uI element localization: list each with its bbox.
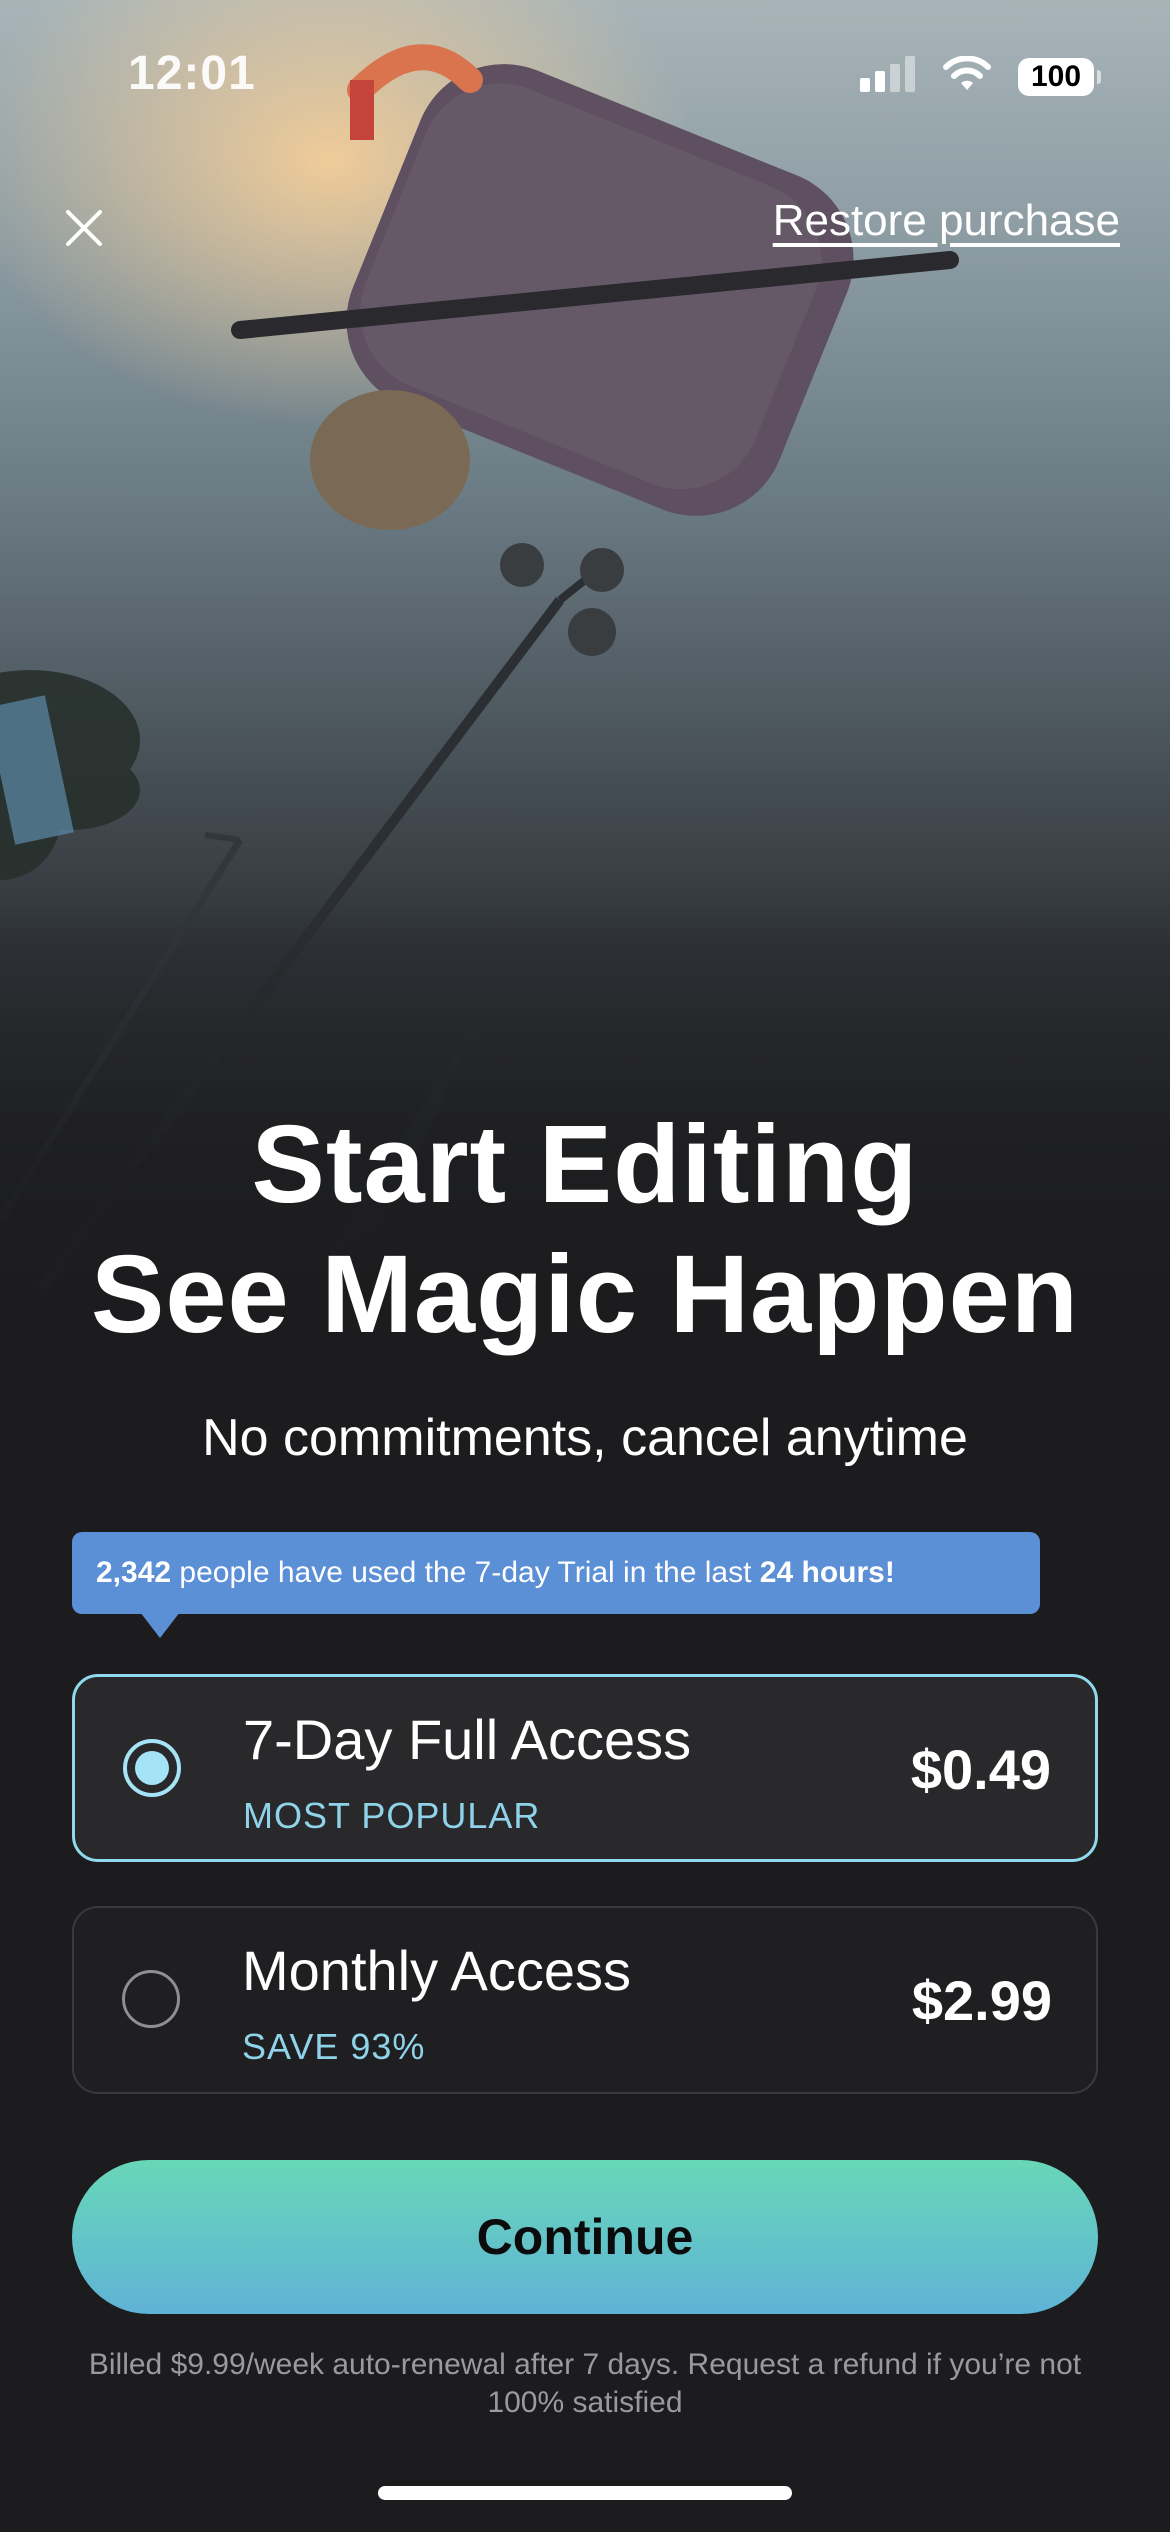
tooltip-pointer xyxy=(140,1612,180,1638)
plan-badge: MOST POPULAR xyxy=(243,1795,541,1836)
plan-option-monthly[interactable]: Monthly Access SAVE 93% $2.99 xyxy=(72,1906,1098,2094)
restore-purchase-link[interactable]: Restore purchase xyxy=(773,196,1120,246)
continue-button[interactable]: Continue xyxy=(72,2160,1098,2314)
battery-icon: 100 xyxy=(1018,57,1101,96)
billing-disclaimer: Billed $9.99/week auto-renewal after 7 d… xyxy=(88,2348,1082,2419)
plan-price: $2.99 xyxy=(911,1969,1052,2032)
cellular-signal-icon xyxy=(860,56,916,97)
proof-text: people have used the 7-day Trial in the … xyxy=(171,1556,760,1589)
proof-period: 24 hours! xyxy=(759,1556,895,1589)
close-icon xyxy=(66,210,102,246)
title-line-2: See Magic Happen xyxy=(91,1233,1079,1356)
radio-selected-icon[interactable] xyxy=(123,1739,181,1797)
title-line-1: Start Editing xyxy=(251,1103,919,1226)
status-icons: 100 xyxy=(860,55,1101,97)
page-title: Start Editing See Magic Happen xyxy=(0,1100,1170,1360)
plan-price: $0.49 xyxy=(910,1738,1051,1801)
proof-count: 2,342 xyxy=(96,1556,172,1589)
plan-option-weekly[interactable]: 7-Day Full Access MOST POPULAR $0.49 xyxy=(72,1674,1098,1862)
plan-badge: SAVE 93% xyxy=(242,2026,426,2067)
plan-title: 7-Day Full Access xyxy=(243,1708,692,1771)
radio-unselected-icon[interactable] xyxy=(122,1970,180,2028)
subtitle: No commitments, cancel anytime xyxy=(202,1409,968,1467)
status-time: 12:01 xyxy=(128,47,256,100)
plan-title: Monthly Access xyxy=(242,1939,632,2002)
social-proof-banner: 2,342 people have used the 7-day Trial i… xyxy=(72,1532,1040,1614)
paywall-screen: 12:01 100 Restore purchase Start Editing… xyxy=(0,0,1170,2532)
close-button[interactable] xyxy=(56,200,112,256)
wifi-icon xyxy=(942,55,992,97)
home-indicator[interactable] xyxy=(378,2486,792,2500)
